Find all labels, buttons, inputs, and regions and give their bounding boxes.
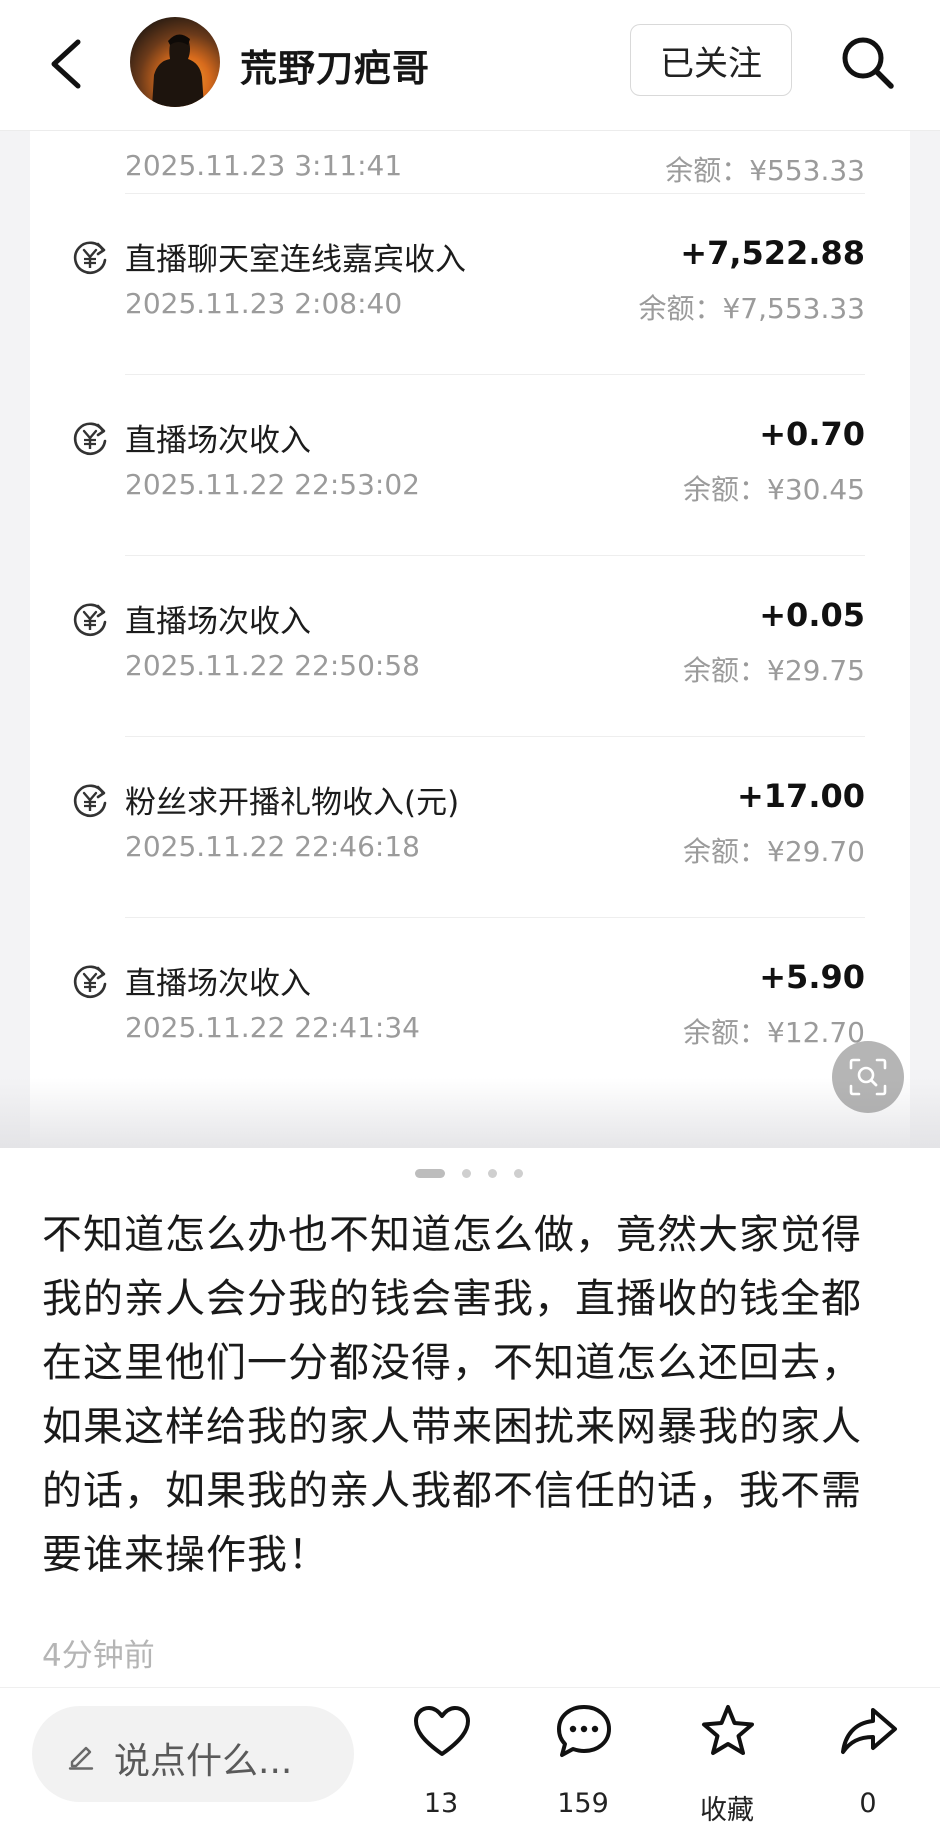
author-name[interactable]: 荒野刀疤哥 xyxy=(240,38,430,92)
yuan-income-icon xyxy=(73,965,107,999)
transaction-row: 直播场次收入 +0.05 2025.11.22 22:50:58 余额：¥29.… xyxy=(30,556,910,737)
follow-button[interactable]: 已关注 xyxy=(630,24,792,96)
transaction-time: 2025.11.23 3:11:41 xyxy=(125,149,403,182)
transaction-title: 直播场次收入 xyxy=(125,604,311,640)
transaction-row: 直播场次收入 +0.70 2025.11.22 22:53:02 余额：¥30.… xyxy=(30,375,910,556)
transaction-amount: +5.90 xyxy=(759,958,865,996)
like-count: 13 xyxy=(423,1788,459,1819)
star-icon xyxy=(702,1705,754,1755)
pager-dot-active[interactable] xyxy=(415,1169,445,1178)
yuan-income-icon xyxy=(73,603,107,637)
collect-button[interactable]: 收藏 xyxy=(672,1702,782,1832)
yuan-income-icon xyxy=(73,241,107,275)
transaction-row: 2025.11.23 3:11:41 余额：¥553.33 xyxy=(30,131,910,194)
image-search-button[interactable] xyxy=(832,1041,904,1113)
pager-dot[interactable] xyxy=(488,1169,497,1178)
yuan-income-icon xyxy=(73,422,107,456)
chevron-left-icon xyxy=(51,39,81,89)
transaction-time: 2025.11.22 22:41:34 xyxy=(125,1011,420,1044)
transaction-balance: 余额：¥553.33 xyxy=(665,154,865,187)
yuan-income-icon xyxy=(73,784,107,818)
transaction-time: 2025.11.23 2:08:40 xyxy=(125,287,403,320)
image-search-icon xyxy=(849,1058,887,1096)
transaction-row: 直播场次收入 +5.90 2025.11.22 22:41:34 余额：¥12.… xyxy=(30,918,910,1099)
avatar[interactable] xyxy=(130,17,220,107)
top-nav-bar: 荒野刀疤哥 已关注 xyxy=(0,0,940,131)
pager-dot[interactable] xyxy=(514,1169,523,1178)
heart-icon xyxy=(414,1706,470,1756)
transaction-time: 2025.11.22 22:53:02 xyxy=(125,468,420,501)
transaction-time: 2025.11.22 22:46:18 xyxy=(125,830,420,863)
transaction-row: 粉丝求开播礼物收入(元) +17.00 2025.11.22 22:46:18 … xyxy=(30,737,910,918)
image-pager-dots xyxy=(0,1169,940,1181)
transaction-list: 2025.11.23 3:11:41 余额：¥553.33 直播聊天室连线嘉宾收… xyxy=(30,131,910,1148)
transaction-title: 直播场次收入 xyxy=(125,423,311,459)
transaction-title: 粉丝求开播礼物收入(元) xyxy=(125,785,460,821)
transaction-balance: 余额：¥29.75 xyxy=(683,654,865,687)
chat-bubble-icon xyxy=(557,1705,611,1757)
image-fade-overlay xyxy=(0,1078,940,1148)
transaction-balance: 余额：¥7,553.33 xyxy=(638,292,865,325)
pencil-icon xyxy=(68,1746,94,1770)
transaction-balance: 余额：¥12.70 xyxy=(683,1016,865,1049)
share-button[interactable]: 0 xyxy=(813,1702,923,1832)
avatar-image xyxy=(152,34,204,107)
comment-placeholder: 说点什么... xyxy=(114,1741,293,1782)
post-image[interactable]: 2025.11.23 3:11:41 余额：¥553.33 直播聊天室连线嘉宾收… xyxy=(0,131,940,1148)
transaction-time: 2025.11.22 22:50:58 xyxy=(125,649,420,682)
post-timestamp: 4分钟前 xyxy=(42,1638,155,1674)
like-button[interactable]: 13 xyxy=(386,1702,496,1832)
bottom-action-bar: 说点什么... 13 159 收藏 0 xyxy=(0,1687,940,1836)
share-arrow-icon xyxy=(841,1708,897,1754)
comment-button[interactable]: 159 xyxy=(528,1702,638,1832)
post-content: 不知道怎么办也不知道怎么做，竟然大家觉得我的亲人会分我的钱会害我，直播收的钱全都… xyxy=(42,1212,862,1578)
transaction-amount: +17.00 xyxy=(736,777,865,815)
transaction-balance: 余额：¥30.45 xyxy=(683,473,865,506)
share-count: 0 xyxy=(859,1788,877,1819)
transaction-balance: 余额：¥29.70 xyxy=(683,835,865,868)
pager-dot[interactable] xyxy=(462,1169,471,1178)
transaction-title: 直播聊天室连线嘉宾收入 xyxy=(125,242,466,278)
collect-label: 收藏 xyxy=(700,1795,754,1826)
search-button[interactable] xyxy=(835,30,901,96)
transaction-amount: +0.70 xyxy=(759,415,865,453)
transaction-amount: +0.05 xyxy=(759,596,865,634)
transaction-title: 直播场次收入 xyxy=(125,966,311,1002)
transaction-amount: +7,522.88 xyxy=(680,234,865,272)
comment-count: 159 xyxy=(557,1788,609,1819)
transaction-row: 直播聊天室连线嘉宾收入 +7,522.88 2025.11.23 2:08:40… xyxy=(30,194,910,375)
search-icon xyxy=(842,37,894,89)
comment-input[interactable]: 说点什么... xyxy=(32,1706,354,1802)
back-button[interactable] xyxy=(42,28,102,98)
